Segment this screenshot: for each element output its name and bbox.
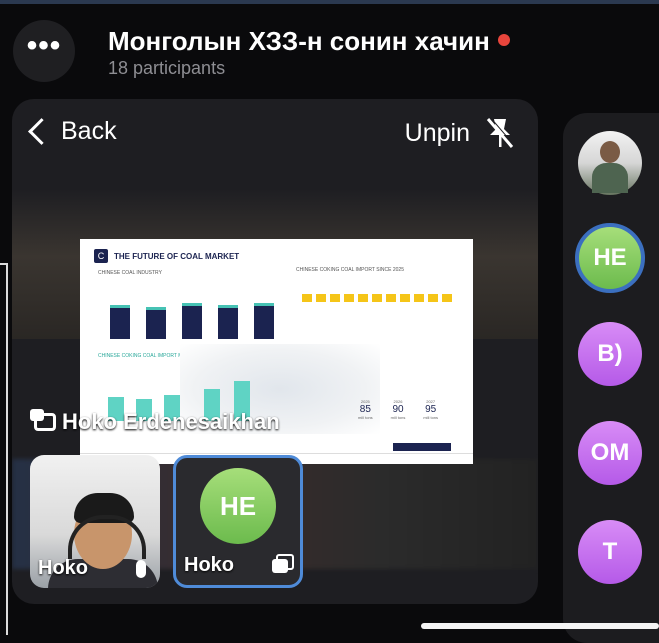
slide-logo-icon: C <box>94 249 108 263</box>
table-cell <box>372 294 382 302</box>
slide-import-table <box>300 276 460 324</box>
chat-title: Монголын ХЗЗ-н сонин хачин <box>108 26 510 57</box>
back-button[interactable]: Back <box>26 117 117 146</box>
participants-count: 18 participants <box>108 58 226 78</box>
slide-bar-cap <box>146 307 166 310</box>
slide-title: THE FUTURE OF COAL MARKET <box>114 251 240 261</box>
back-label: Back <box>61 117 117 145</box>
recording-dot-icon <box>497 34 510 47</box>
slide-bar <box>254 305 274 339</box>
unpin-button[interactable]: Unpin <box>405 119 470 148</box>
video-tile-hoko-screen[interactable]: HE Hoko <box>173 455 303 588</box>
tile-name: Hoko <box>38 557 88 579</box>
table-cell <box>316 294 326 302</box>
screen-share-icon <box>272 554 294 573</box>
table-cell <box>386 294 396 302</box>
projection-2026: 2026 90 mill tons <box>390 399 406 420</box>
screen-share-icon <box>30 409 56 431</box>
projection-2027: 2027 95 mill tons <box>423 399 439 420</box>
slide-bar-cap <box>182 303 202 306</box>
slide-bar-cap <box>254 303 274 306</box>
more-options-button[interactable]: ••• <box>13 20 75 82</box>
participant-avatar-he[interactable]: HE <box>575 223 645 293</box>
avatar: HE <box>200 468 276 544</box>
projection-2025: 2025 85 mill tons <box>358 399 373 420</box>
chat-title-text: Монголын ХЗЗ-н сонин хачин <box>108 26 490 56</box>
table-cell <box>442 294 452 302</box>
slide-bar-cap <box>218 305 238 308</box>
participant-avatar-photo[interactable] <box>578 131 642 195</box>
chevron-left-icon <box>28 118 55 145</box>
tile-name: Hoko <box>184 554 234 576</box>
slide-projections: 2025 85 mill tons 2026 90 mill tons 2027 95 mi… <box>358 399 438 420</box>
slide-section-industry: CHINESE COAL INDUSTRY <box>98 270 162 276</box>
table-cell <box>344 294 354 302</box>
unpin-icon[interactable] <box>484 115 516 151</box>
slide-bar <box>218 307 238 339</box>
slide-header: C THE FUTURE OF COAL MARKET <box>94 249 239 263</box>
table-cell <box>428 294 438 302</box>
table-cell <box>302 294 312 302</box>
top-accent-bar <box>0 0 659 4</box>
slide-section-import-since: CHINESE COKING COAL IMPORT SINCE 2025 <box>296 267 404 273</box>
home-indicator[interactable] <box>421 623 659 629</box>
slide-bar-cap <box>110 305 130 308</box>
participant-avatar-t[interactable]: T <box>578 520 642 584</box>
mic-icon <box>136 560 146 578</box>
participant-avatar-om[interactable]: OM <box>578 421 642 485</box>
slide-footer-button <box>393 443 451 451</box>
table-cell <box>400 294 410 302</box>
pinned-video-stage[interactable]: Back Unpin C THE FUTURE OF COAL MARKET C… <box>12 99 538 604</box>
speaker-name: Hoko Erdenesaikhan <box>62 409 280 434</box>
left-edge-line <box>6 263 8 635</box>
table-cell <box>414 294 424 302</box>
more-icon: ••• <box>26 29 62 62</box>
participants-rail[interactable]: HE B) OM T <box>563 113 659 643</box>
slide-bar <box>182 305 202 339</box>
participant-avatar-b[interactable]: B) <box>578 322 642 386</box>
table-cell <box>330 294 340 302</box>
slide-bar <box>146 309 166 339</box>
screen-share-label: Hoko Erdenesaikhan <box>30 409 280 435</box>
table-cell <box>358 294 368 302</box>
video-tile-hoko[interactable]: Hoko <box>30 455 160 588</box>
slide-bar <box>110 307 130 339</box>
